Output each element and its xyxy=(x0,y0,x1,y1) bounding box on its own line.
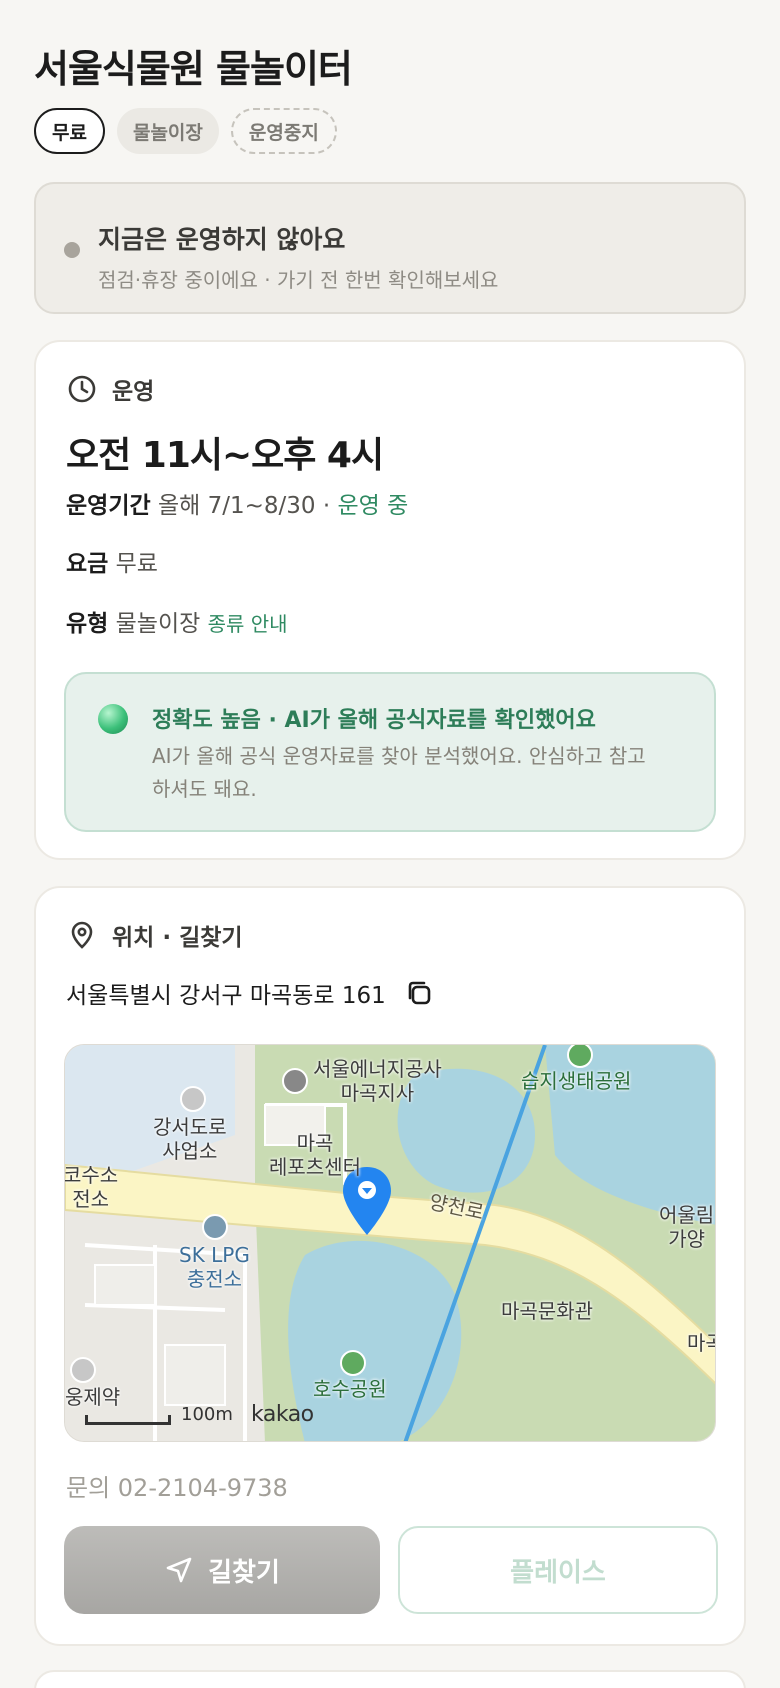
map-label-sports[interactable]: 마곡 레포츠센터 xyxy=(269,1131,361,1179)
period-label: 운영기간 xyxy=(66,493,151,519)
map-label-road-office[interactable]: 강서도로 사업소 xyxy=(153,1115,227,1163)
fee-label: 요금 xyxy=(66,551,109,577)
hours-header: 운영 xyxy=(66,372,154,406)
next-card xyxy=(34,1670,746,1688)
period-value: 올해 7/1~8/30 · xyxy=(157,493,331,519)
page-title: 서울식물원 물놀이터 xyxy=(34,47,353,91)
map-label-hydrogen[interactable]: 코수소 전소 xyxy=(65,1163,118,1211)
map-label-energy[interactable]: 서울에너지공사 마곡지사 xyxy=(313,1057,442,1105)
clock-icon xyxy=(68,375,96,403)
tag-fee[interactable]: 무료 xyxy=(34,108,105,154)
address-row: 서울특별시 강서구 마곡동로 161 xyxy=(66,976,434,1010)
address-text: 서울특별시 강서구 마곡동로 161 xyxy=(66,983,386,1009)
navigation-arrow-icon xyxy=(166,1557,192,1583)
type-label: 유형 xyxy=(66,611,109,637)
map-label-edge-right[interactable]: 마곡 xyxy=(687,1331,715,1355)
hours-section-label: 운영 xyxy=(112,379,155,405)
contact-phone[interactable]: 문의 02-2104-9738 xyxy=(66,1468,288,1503)
status-title: 지금은 운영하지 않아요 xyxy=(98,225,346,254)
location-header: 위치 · 길찾기 xyxy=(66,918,243,952)
map-label-park-edge[interactable]: 어울림 가양 xyxy=(659,1203,714,1251)
location-pin-icon xyxy=(71,921,93,949)
copy-icon[interactable] xyxy=(404,978,434,1008)
type-row: 유형 물놀이장 종류 안내 xyxy=(66,604,288,638)
map-label-culture[interactable]: 마곡문화관 xyxy=(501,1299,593,1323)
scale-bar xyxy=(85,1415,171,1425)
scale-label: 100m xyxy=(181,1404,233,1425)
location-card: 위치 · 길찾기 서울특별시 강서구 마곡동로 161 서울에너지공사 마곡지사… xyxy=(34,886,746,1646)
fee-row: 요금 무료 xyxy=(66,544,158,578)
map-label-lake[interactable]: 호수공원 xyxy=(313,1377,387,1401)
status-subtitle: 점검·휴장 중이에요 · 가기 전 한번 확인해보세요 xyxy=(98,268,499,292)
ai-orb-icon xyxy=(98,704,128,734)
status-card: 지금은 운영하지 않아요 점검·휴장 중이에요 · 가기 전 한번 확인해보세요 xyxy=(34,182,746,314)
tag-status[interactable]: 운영중지 xyxy=(230,108,337,154)
type-value: 물놀이장 xyxy=(115,611,201,637)
place-button[interactable]: 플레이스 xyxy=(398,1526,718,1614)
tag-list: 무료 물놀이장 운영중지 xyxy=(34,108,337,154)
map-scale: 100m xyxy=(85,1404,233,1425)
map-view[interactable]: 서울에너지공사 마곡지사 습지생태공원 강서도로 사업소 마곡 레포츠센터 코수… xyxy=(64,1044,716,1442)
kakao-logo: kakao xyxy=(251,1402,314,1427)
fee-value: 무료 xyxy=(115,551,158,577)
map-label-lpg[interactable]: SK LPG 충전소 xyxy=(179,1243,250,1291)
location-section-label: 위치 · 길찾기 xyxy=(112,925,243,951)
hours-card: 운영 오전 11시~오후 4시 운영기간 올해 7/1~8/30 · 운영 중 … xyxy=(34,340,746,860)
ai-confidence-box: 정확도 높음 · AI가 올해 공식자료를 확인했어요 AI가 올해 공식 운영… xyxy=(64,672,716,832)
period-row: 운영기간 올해 7/1~8/30 · 운영 중 xyxy=(66,486,408,520)
map-label-wetland[interactable]: 습지생태공원 xyxy=(521,1069,631,1093)
ai-description: AI가 올해 공식 운영자료를 찾아 분석했어요. 안심하고 참고하셔도 돼요. xyxy=(152,744,646,801)
directions-button[interactable]: 길찾기 xyxy=(64,1526,380,1614)
directions-label: 길찾기 xyxy=(208,1557,280,1588)
status-dot xyxy=(64,242,80,258)
tag-type[interactable]: 물놀이장 xyxy=(116,108,219,154)
ai-title: 정확도 높음 · AI가 올해 공식자료를 확인했어요 xyxy=(152,708,596,733)
period-status: 운영 중 xyxy=(337,493,409,519)
operating-hours: 오전 11시~오후 4시 xyxy=(66,435,384,476)
type-info-link[interactable]: 종류 안내 xyxy=(208,612,288,636)
